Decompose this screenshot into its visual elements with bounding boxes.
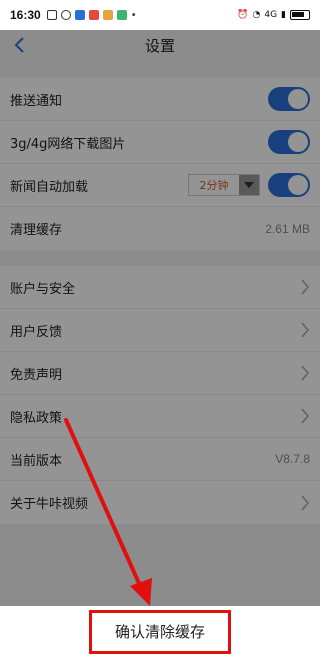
app-icon bbox=[88, 10, 99, 20]
alarm-icon: ⏰ bbox=[237, 10, 249, 20]
modal-overlay[interactable] bbox=[0, 30, 320, 657]
app-icon bbox=[74, 10, 85, 20]
status-icons: • bbox=[46, 9, 137, 21]
app-icon bbox=[116, 10, 127, 20]
network-label: 4G bbox=[264, 10, 278, 20]
more-dot: • bbox=[130, 9, 137, 21]
confirm-clear-cache-button[interactable]: 确认清除缓存 bbox=[89, 609, 231, 654]
status-right: ⏰ ◔ 4G ▮ bbox=[237, 10, 310, 20]
battery-icon bbox=[290, 10, 310, 20]
status-time: 16:30 bbox=[10, 8, 41, 22]
notification-icon bbox=[46, 10, 57, 20]
wifi-icon: ◔ bbox=[252, 10, 261, 20]
message-icon bbox=[60, 10, 71, 20]
signal-icon: ▮ bbox=[281, 10, 286, 20]
confirm-sheet: 确认清除缓存 bbox=[0, 606, 320, 657]
status-bar: 16:30 • ⏰ ◔ 4G ▮ bbox=[0, 0, 320, 30]
app-icon bbox=[102, 10, 113, 20]
